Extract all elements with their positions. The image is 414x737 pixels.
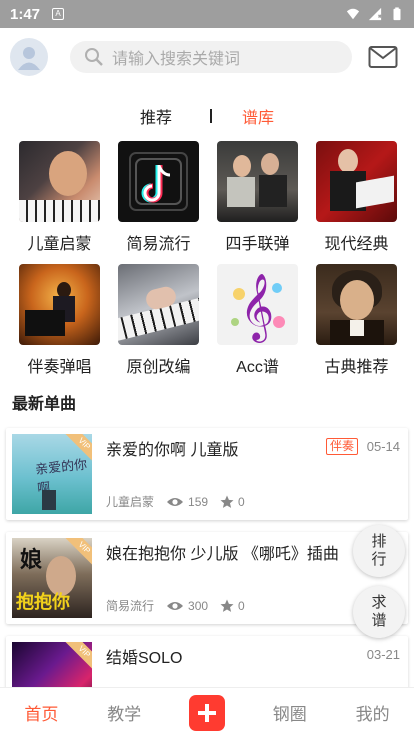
- song-title: 结婚SOLO: [106, 650, 183, 667]
- eye-icon: [167, 601, 184, 610]
- plus-icon: [188, 694, 225, 731]
- category-modern[interactable]: 现代经典: [307, 141, 406, 254]
- category-accompany[interactable]: 伴奏弹唱: [10, 264, 109, 377]
- song-date: 05-14: [366, 439, 400, 454]
- category-original[interactable]: 原创改编: [109, 264, 208, 377]
- category-classical[interactable]: 古典推荐: [307, 264, 406, 377]
- eye-icon: [167, 497, 184, 506]
- request-sheet-button[interactable]: 求 谱: [353, 586, 405, 638]
- tiktok-icon: [129, 152, 188, 211]
- battery-icon: [393, 7, 401, 21]
- song-tag: 伴奏: [325, 438, 358, 455]
- vip-badge: VIP: [64, 642, 92, 672]
- category-label: 儿童启蒙: [27, 236, 92, 253]
- song-stars: 0: [238, 494, 245, 509]
- nav-add[interactable]: [166, 694, 249, 731]
- rank-label-2: 行: [371, 551, 387, 568]
- category-label: 古典推荐: [324, 359, 389, 376]
- star-icon: [220, 599, 234, 612]
- category-label: 原创改编: [126, 359, 191, 376]
- wifi-icon: [346, 8, 360, 20]
- mail-icon[interactable]: [368, 45, 398, 69]
- category-thumbnail: [316, 141, 397, 222]
- song-title: 亲爱的你啊 儿童版: [106, 442, 239, 459]
- tab-library[interactable]: 谱库: [242, 104, 274, 128]
- nav-home[interactable]: 首页: [0, 700, 83, 725]
- song-views: 300: [188, 598, 209, 613]
- category-thumbnail: [19, 141, 100, 222]
- category-pop[interactable]: 简易流行: [109, 141, 208, 254]
- app-notification-icon: A: [52, 8, 65, 20]
- song-category: 简易流行: [106, 599, 155, 613]
- category-thumbnail: [217, 141, 298, 222]
- nav-teach[interactable]: 教学: [83, 700, 166, 725]
- category-label: 现代经典: [324, 236, 389, 253]
- category-acc[interactable]: 𝄞 Acc谱: [208, 264, 307, 377]
- tab-bar: 推荐 谱库: [0, 104, 414, 128]
- rank-button[interactable]: 排 行: [353, 525, 405, 577]
- search-icon: [85, 48, 103, 66]
- search-input[interactable]: 请输入搜索关键词: [70, 41, 352, 73]
- song-meta: 简易流行 300 0: [106, 597, 245, 614]
- star-icon: [220, 495, 234, 508]
- search-placeholder: 请输入搜索关键词: [112, 51, 241, 68]
- song-cover: 亲爱的你啊 VIP: [12, 434, 92, 514]
- status-bar: 1:47 A: [0, 0, 414, 28]
- song-cover: 娘 抱抱你 VIP: [12, 538, 92, 618]
- category-label: 简易流行: [126, 236, 191, 253]
- status-time: 1:47: [10, 5, 41, 23]
- category-grid: 儿童启蒙 简易流行 四手联弹 现代经典 伴奏弹唱 原创改编 𝄞 Acc谱 古典推…: [10, 141, 406, 377]
- rank-label-1: 排: [371, 533, 387, 550]
- category-thumbnail: [19, 264, 100, 345]
- category-thumbnail: 𝄞: [217, 264, 298, 345]
- request-label-2: 谱: [371, 612, 387, 629]
- song-card[interactable]: 亲爱的你啊 VIP 亲爱的你啊 儿童版 伴奏 05-14 儿童启蒙 159 0: [6, 428, 408, 520]
- user-icon: [18, 47, 40, 70]
- song-stars: 0: [238, 598, 245, 613]
- signal-icon: [368, 7, 382, 21]
- song-date: 03-21: [366, 647, 400, 662]
- tab-recommend[interactable]: 推荐: [140, 104, 172, 128]
- category-four-hands[interactable]: 四手联弹: [208, 141, 307, 254]
- top-bar: 请输入搜索关键词: [0, 28, 414, 86]
- song-title: 娘在抱抱你 少儿版 《哪吒》插曲: [106, 546, 339, 563]
- avatar[interactable]: [10, 38, 48, 76]
- nav-mine[interactable]: 我的: [331, 700, 414, 725]
- category-children[interactable]: 儿童启蒙: [10, 141, 109, 254]
- song-meta: 儿童启蒙 159 0: [106, 493, 245, 510]
- song-card[interactable]: 娘 抱抱你 VIP 娘在抱抱你 少儿版 《哪吒》插曲 04-16 简易流行 30…: [6, 532, 408, 624]
- category-thumbnail: [118, 264, 199, 345]
- category-label: Acc谱: [236, 359, 279, 376]
- category-label: 四手联弹: [225, 236, 290, 253]
- section-title: 最新单曲: [12, 396, 77, 413]
- svg-text:𝄞: 𝄞: [240, 272, 274, 343]
- treble-clef-icon: 𝄞: [231, 272, 285, 343]
- category-thumbnail: [316, 264, 397, 345]
- song-views: 159: [188, 494, 209, 509]
- bottom-nav: 首页 教学 钢圈 我的: [0, 687, 414, 737]
- category-label: 伴奏弹唱: [27, 359, 92, 376]
- tab-divider: [210, 109, 212, 123]
- category-thumbnail: [118, 141, 199, 222]
- request-label-1: 求: [371, 594, 387, 611]
- song-category: 儿童启蒙: [106, 495, 155, 509]
- nav-circle[interactable]: 钢圈: [248, 700, 331, 725]
